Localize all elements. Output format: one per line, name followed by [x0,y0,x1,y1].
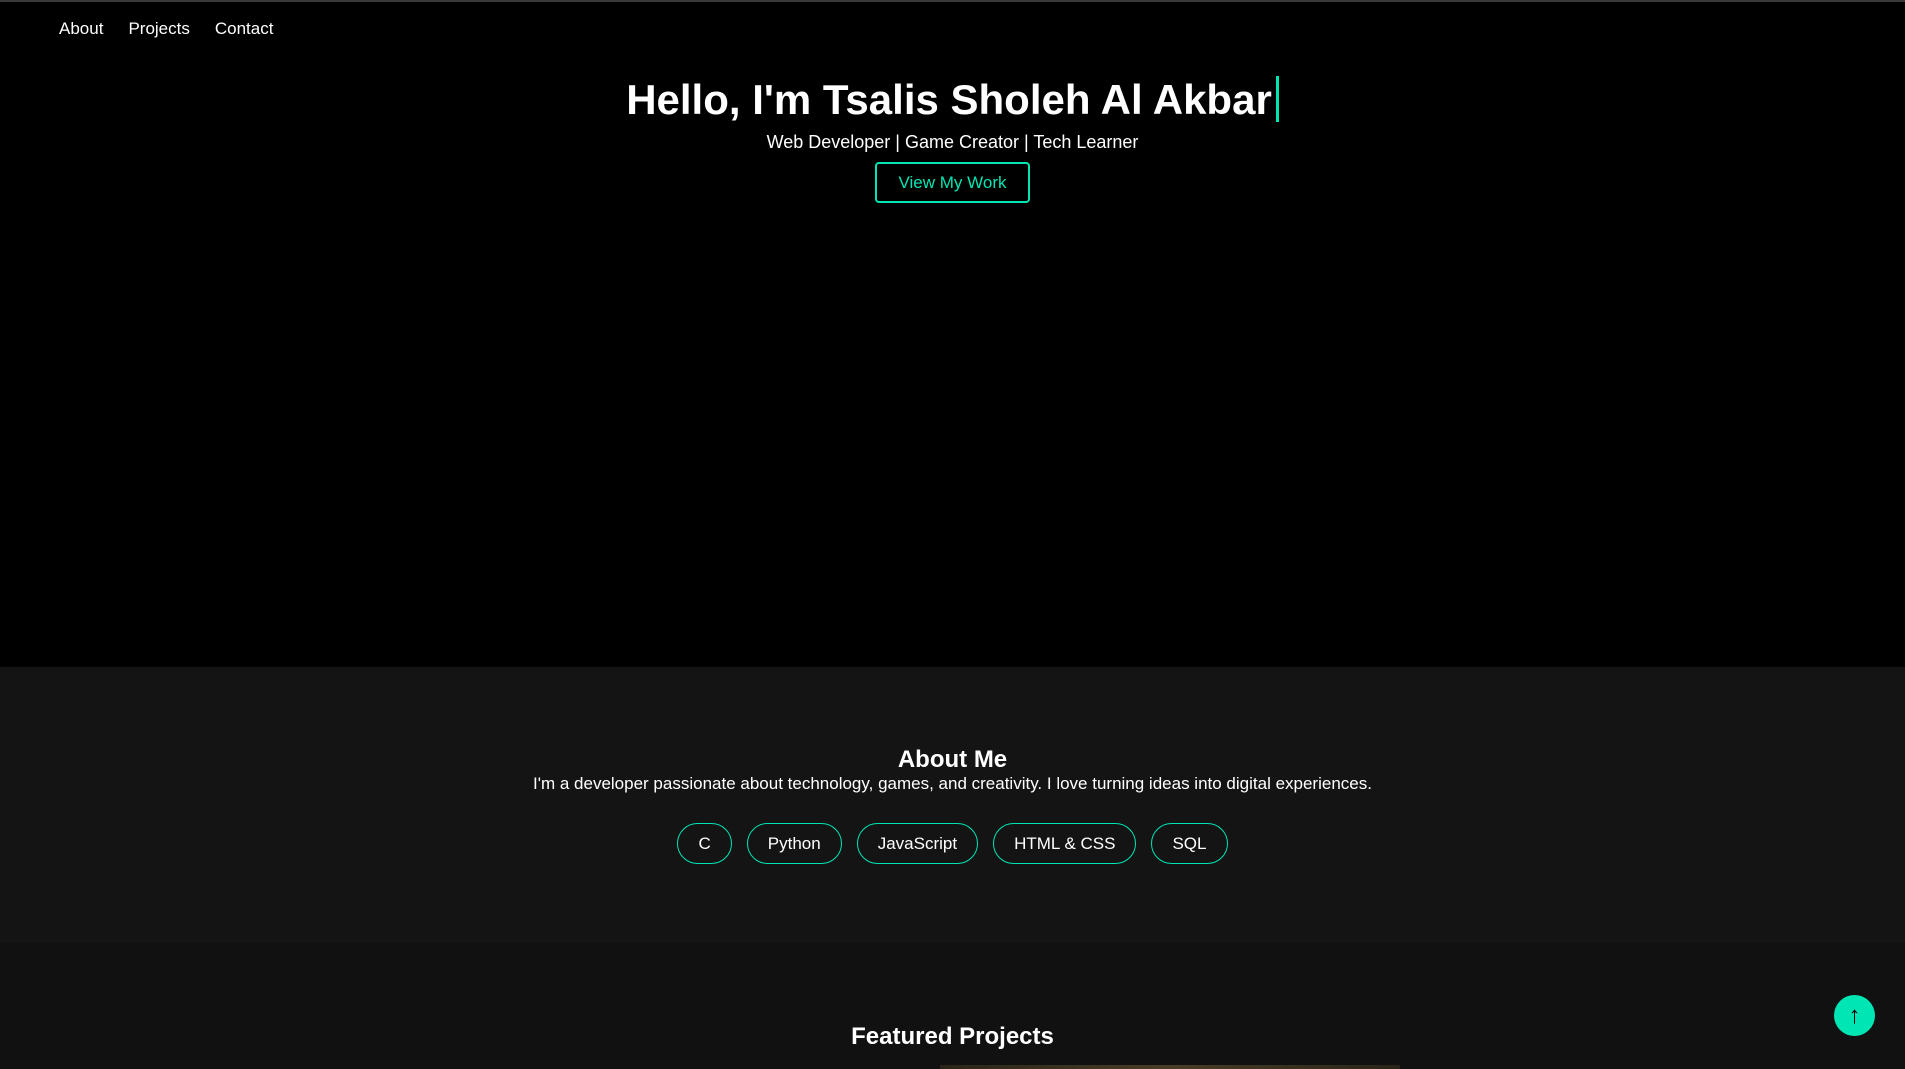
hero-title-text: Hello, I'm Tsalis Sholeh Al Akbar [626,76,1272,123]
hero-title: Hello, I'm Tsalis Sholeh Al Akbar [0,74,1905,126]
about-title: About Me [897,746,1008,773]
hero-section: Hello, I'm Tsalis Sholeh Al Akbar Web De… [0,0,1905,667]
projects-title: Featured Projects [851,1023,1054,1050]
nav-item-contact[interactable]: Contact [215,19,274,39]
top-border [0,0,1905,2]
skills-list: C Python JavaScript HTML & CSS SQL [0,823,1905,864]
nav-item-about[interactable]: About [59,19,103,39]
view-my-work-button[interactable]: View My Work [875,162,1030,203]
hero-subtitle: Web Developer | Game Creator | Tech Lear… [766,132,1139,152]
skill-badge-c: C [677,823,732,864]
top-nav: About Projects Contact [59,19,273,39]
nav-item-projects[interactable]: Projects [128,19,189,39]
typing-caret [1275,76,1279,122]
projects-section: Featured Projects [0,943,1905,1069]
skill-badge-javascript: JavaScript [856,823,979,864]
skill-badge-python: Python [746,823,842,864]
project-card-preview[interactable] [940,1065,1400,1069]
about-section: About Me I'm a developer passionate abou… [0,667,1905,943]
scroll-to-top-button[interactable]: ↑ [1834,995,1875,1036]
arrow-up-icon: ↑ [1848,1001,1861,1029]
skill-badge-html-css: HTML & CSS [993,823,1137,864]
about-text: I'm a developer passionate about technol… [533,774,1372,793]
skill-badge-sql: SQL [1151,823,1228,864]
